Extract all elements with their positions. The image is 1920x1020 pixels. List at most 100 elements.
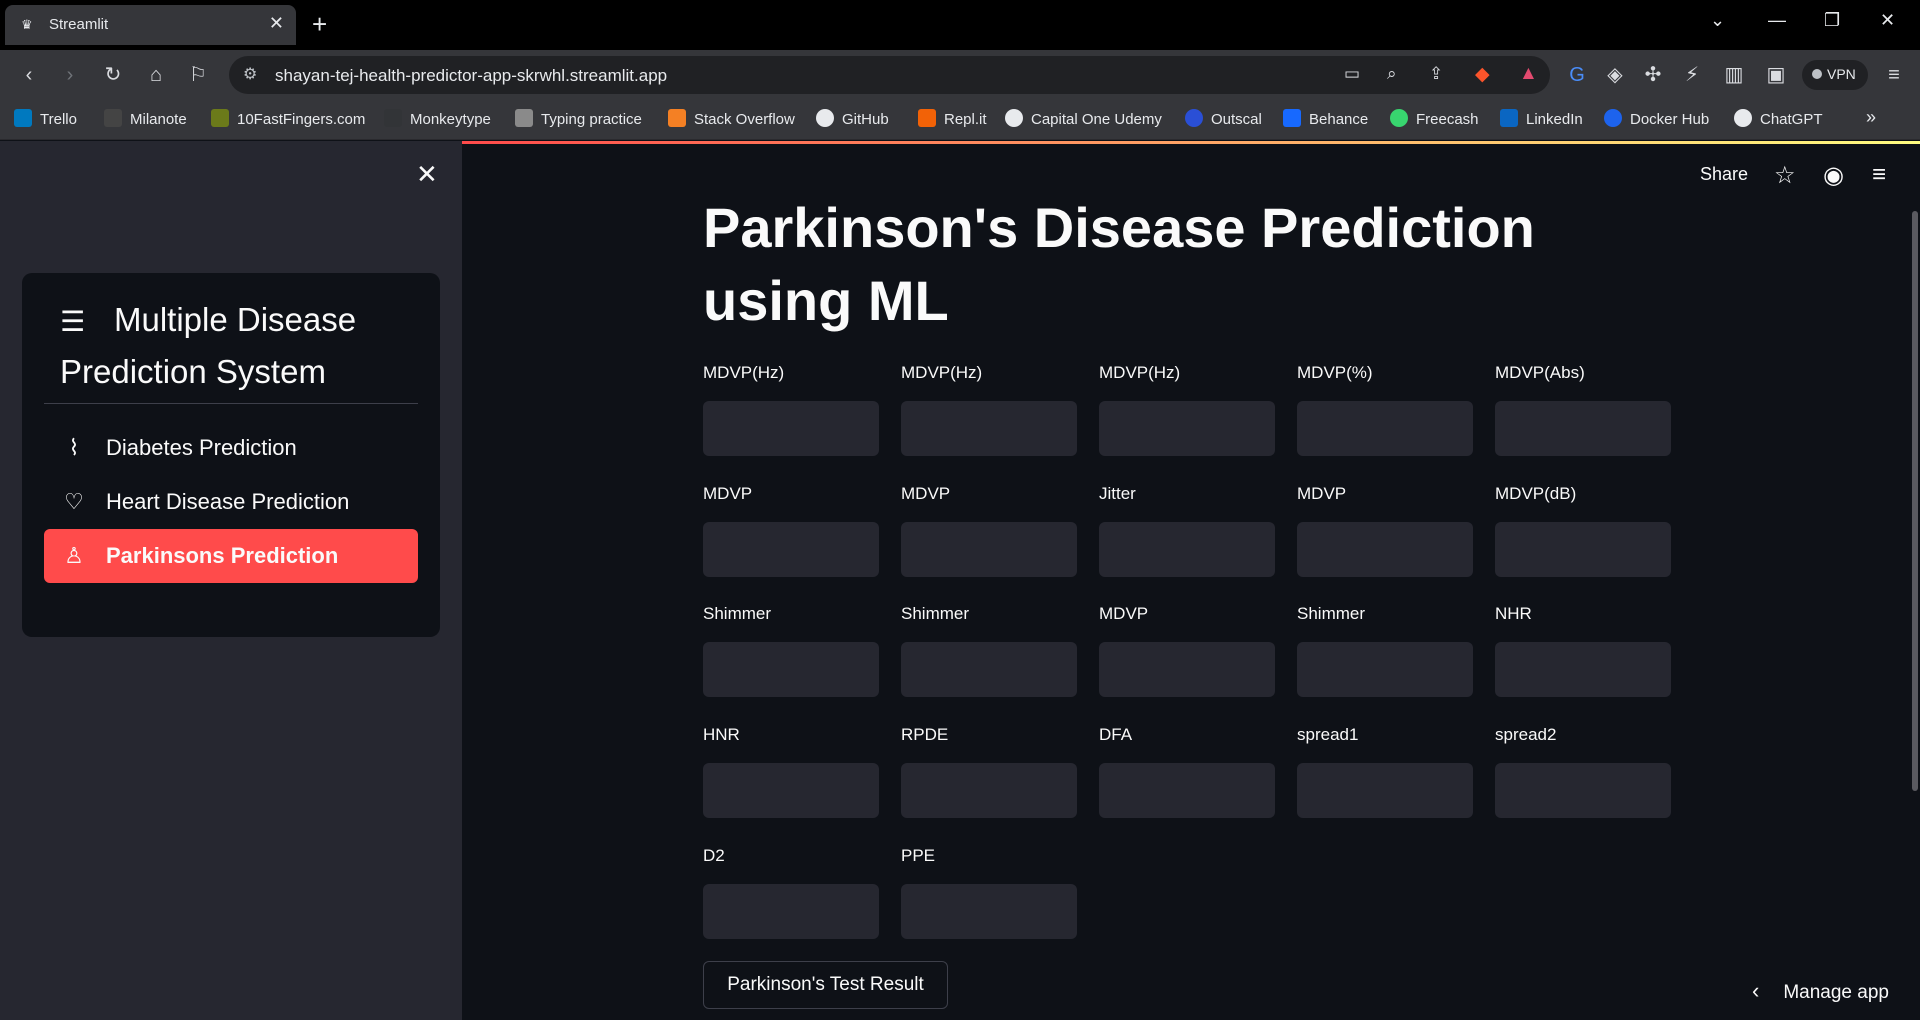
translate-icon[interactable]: G: [1565, 63, 1589, 87]
bookmark-item[interactable]: Monkeytype: [384, 109, 491, 128]
feature-input[interactable]: [1099, 642, 1275, 697]
share-button[interactable]: Share: [1700, 164, 1748, 185]
vpn-button[interactable]: VPN: [1802, 60, 1868, 90]
browser-tab[interactable]: ♛ Streamlit ✕: [5, 5, 296, 45]
home-icon[interactable]: ⌂: [144, 63, 168, 87]
sidebar-toggle-icon[interactable]: ▥: [1722, 63, 1746, 87]
extensions-puzzle-icon[interactable]: ✣: [1641, 63, 1665, 87]
menu-item-heart[interactable]: ♡ Heart Disease Prediction: [44, 475, 418, 529]
site-info-icon[interactable]: ⚙: [243, 64, 257, 84]
star-icon[interactable]: ☆: [1774, 161, 1796, 190]
bookmark-item[interactable]: LinkedIn: [1500, 109, 1583, 128]
header-decoration: [462, 141, 1920, 144]
zoom-icon[interactable]: ⌕: [1387, 64, 1397, 84]
url-text: shayan-tej-health-predictor-app-skrwhl.s…: [275, 66, 668, 85]
feature-input[interactable]: [1297, 522, 1473, 577]
bookmark-item[interactable]: Outscal: [1185, 109, 1262, 128]
field-label: MDVP(Hz): [703, 363, 785, 382]
tab-close-icon[interactable]: ✕: [269, 13, 284, 34]
more-bookmarks-icon[interactable]: »: [1866, 107, 1876, 128]
field-label: MDVP(Hz): [1099, 363, 1181, 382]
bookmark-item[interactable]: Stack Overflow: [668, 109, 795, 128]
menu-item-diabetes[interactable]: ⌇ Diabetes Prediction: [44, 421, 418, 475]
field-label: MDVP: [1297, 484, 1347, 503]
feature-input[interactable]: [703, 884, 879, 939]
bookmark-icon[interactable]: ⚐: [186, 63, 210, 87]
test-result-button[interactable]: Parkinson's Test Result: [703, 961, 948, 1009]
browser-menu-icon[interactable]: ≡: [1882, 63, 1906, 87]
bookmark-item[interactable]: Docker Hub: [1604, 109, 1709, 128]
main-content: Share ☆ ◉ ≡ Parkinson's Disease Predicti…: [462, 141, 1920, 1020]
field-label: MDVP(dB): [1495, 484, 1577, 503]
feature-input[interactable]: [703, 642, 879, 697]
wallet-icon[interactable]: ▣: [1764, 63, 1788, 87]
feature-input[interactable]: [901, 884, 1077, 939]
feature-input[interactable]: [1495, 763, 1671, 818]
new-tab-icon[interactable]: +: [312, 9, 327, 39]
share-page-icon[interactable]: ⇪: [1429, 64, 1443, 84]
address-bar[interactable]: ⚙ shayan-tej-health-predictor-app-skrwhl…: [229, 56, 1550, 94]
restore-icon[interactable]: ❐: [1824, 10, 1840, 31]
activity-icon: ⌇: [68, 435, 80, 460]
menu-title: ☰ Multiple Disease Prediction System: [60, 295, 420, 397]
feature-input[interactable]: [1099, 522, 1275, 577]
menu-item-parkinsons[interactable]: ♙ Parkinsons Prediction: [44, 529, 418, 583]
typing-practice-icon: [515, 109, 533, 127]
manage-app-button[interactable]: ‹ Manage app: [1752, 978, 1889, 1004]
option-menu: ☰ Multiple Disease Prediction System ⌇ Di…: [22, 273, 440, 637]
sidebar-close-icon[interactable]: ✕: [416, 159, 438, 190]
vpn-status-icon: [1812, 69, 1822, 79]
feature-input[interactable]: [1099, 401, 1275, 456]
main-menu-icon[interactable]: ≡: [1872, 161, 1886, 189]
field-label: RPDE: [901, 725, 949, 744]
cast-icon[interactable]: ▭: [1344, 64, 1360, 84]
feature-input[interactable]: [1495, 642, 1671, 697]
field-label: MDVP(Abs): [1495, 363, 1585, 382]
feature-input[interactable]: [901, 522, 1077, 577]
bookmark-item[interactable]: Typing practice: [515, 109, 642, 128]
feature-input[interactable]: [1297, 642, 1473, 697]
bookmark-item[interactable]: Trello: [14, 109, 77, 128]
bookmark-item[interactable]: ChatGPT: [1734, 109, 1823, 128]
feature-input[interactable]: [1495, 522, 1671, 577]
bookmark-item[interactable]: Freecash: [1390, 109, 1479, 128]
behance-icon: [1283, 109, 1301, 127]
feature-input[interactable]: [1495, 401, 1671, 456]
brave-shields-icon[interactable]: ◆: [1475, 63, 1490, 86]
bookmark-item[interactable]: Behance: [1283, 109, 1368, 128]
scrollbar[interactable]: [1912, 211, 1918, 791]
tab-search-icon[interactable]: ⌄: [1710, 10, 1725, 31]
minimize-icon[interactable]: —: [1768, 10, 1786, 31]
back-icon[interactable]: ‹: [17, 63, 41, 87]
feature-input[interactable]: [703, 522, 879, 577]
menu-divider: [44, 403, 418, 404]
feature-input[interactable]: [1099, 763, 1275, 818]
feature-input[interactable]: [1297, 763, 1473, 818]
milanote-icon: [104, 109, 122, 127]
speed-icon[interactable]: ⚡: [1680, 63, 1704, 87]
page-title: Parkinson's Disease Prediction using ML: [703, 196, 1535, 332]
trello-icon: [14, 109, 32, 127]
reload-icon[interactable]: ↻: [101, 63, 125, 87]
field-label: D2: [703, 846, 725, 865]
feature-input[interactable]: [901, 401, 1077, 456]
feature-input[interactable]: [703, 401, 879, 456]
feature-input[interactable]: [703, 763, 879, 818]
chatgpt-icon: [1734, 109, 1752, 127]
feature-input[interactable]: [901, 763, 1077, 818]
bookmark-item[interactable]: Milanote: [104, 109, 187, 128]
window-close-icon[interactable]: ✕: [1880, 10, 1895, 31]
feature-input[interactable]: [1297, 401, 1473, 456]
bookmark-item[interactable]: 10FastFingers.com: [211, 109, 365, 128]
docker-icon: [1604, 109, 1622, 127]
person-icon: ♙: [64, 543, 84, 568]
feature-input[interactable]: [901, 642, 1077, 697]
extension-icon[interactable]: ◈: [1603, 63, 1627, 87]
brave-rewards-icon[interactable]: ▲: [1519, 63, 1538, 85]
bookmark-item[interactable]: Repl.it: [918, 109, 987, 128]
field-label: PPE: [901, 846, 936, 865]
forward-icon[interactable]: ›: [58, 63, 82, 87]
bookmark-item[interactable]: Capital One Udemy: [1005, 109, 1162, 128]
bookmark-item[interactable]: GitHub: [816, 109, 889, 128]
github-icon[interactable]: ◉: [1823, 161, 1844, 190]
